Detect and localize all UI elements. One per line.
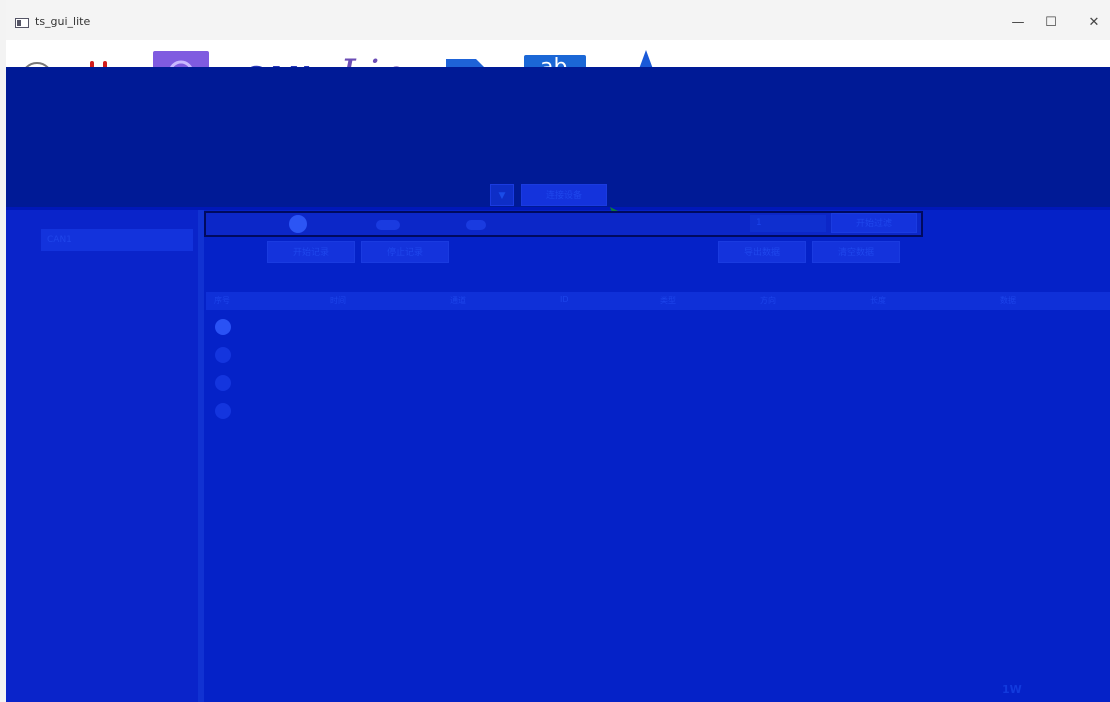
connect-button[interactable]: 连接设备	[521, 184, 607, 206]
filter-radio-2[interactable]	[376, 220, 400, 230]
filter-radio-3[interactable]	[466, 220, 486, 230]
row-select-radio[interactable]	[215, 375, 231, 391]
column-header-channel[interactable]: 通道	[450, 295, 466, 306]
app-icon	[15, 18, 29, 28]
maximize-button[interactable]: ☐	[1037, 10, 1065, 36]
sidebar	[6, 210, 200, 702]
minimize-button[interactable]: —	[1004, 10, 1032, 36]
column-header-index[interactable]: 序号	[214, 295, 230, 306]
apply-filter-button[interactable]: 开始过滤	[831, 213, 917, 233]
filter-radio-1[interactable]	[289, 215, 307, 233]
close-button[interactable]: ✕	[1080, 10, 1108, 36]
row-select-radio[interactable]	[215, 403, 231, 419]
sidebar-item-channel[interactable]: CAN1	[41, 229, 193, 251]
row-select-radio[interactable]	[215, 319, 231, 335]
export-button[interactable]: 导出数据	[718, 241, 806, 263]
title-bar: ts_gui_lite — ☐ ✕	[6, 0, 1110, 40]
sidebar-splitter[interactable]	[198, 210, 204, 702]
column-header-id[interactable]: ID	[560, 295, 569, 304]
channel-dropdown[interactable]: ▼	[490, 184, 514, 206]
column-header-time[interactable]: 时间	[330, 295, 346, 306]
window-title: ts_gui_lite	[35, 15, 91, 28]
count-input[interactable]: 1	[750, 215, 826, 232]
start-record-button[interactable]: 开始记录	[267, 241, 355, 263]
column-header-direction[interactable]: 方向	[760, 295, 776, 306]
row-select-radio[interactable]	[215, 347, 231, 363]
status-indicator: 1W	[1002, 683, 1022, 696]
stop-record-button[interactable]: 停止记录	[361, 241, 449, 263]
column-header-type[interactable]: 类型	[660, 295, 676, 306]
column-header-length[interactable]: 长度	[870, 295, 886, 306]
column-header-data[interactable]: 数据	[1000, 295, 1016, 306]
clear-button[interactable]: 清空数据	[812, 241, 900, 263]
